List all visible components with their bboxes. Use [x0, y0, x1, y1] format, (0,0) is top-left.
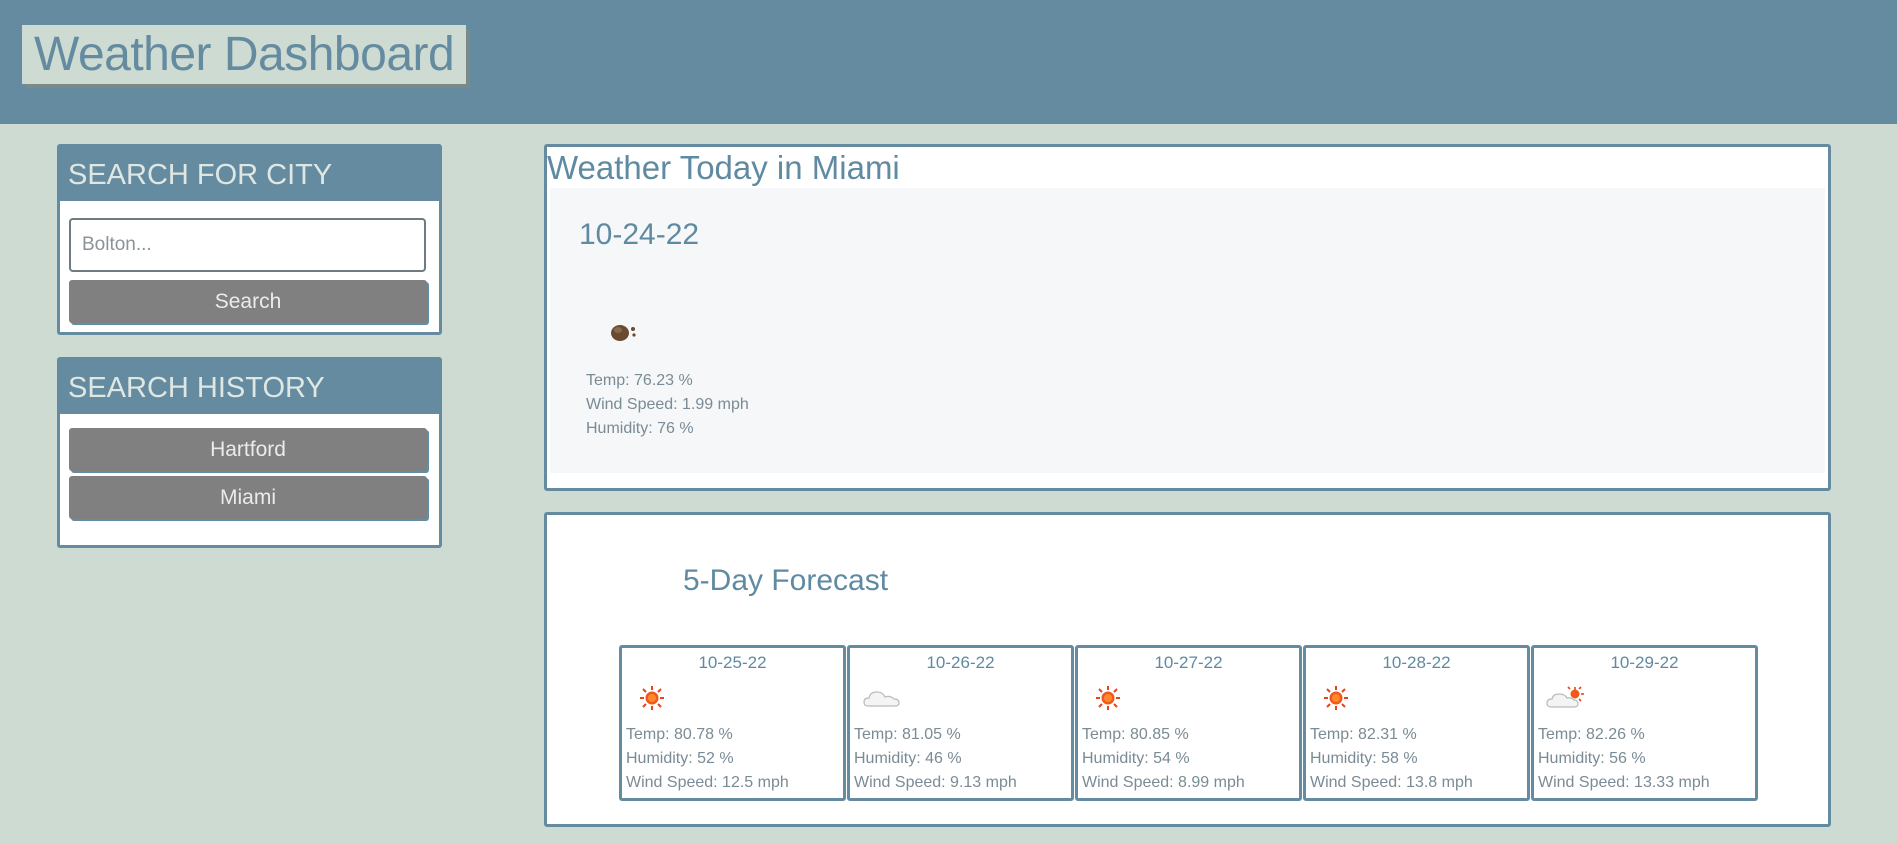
forecast-card: 10-27-22 Temp: 80.85 % Humidity: 54 % Wi…	[1075, 645, 1302, 801]
forecast-card: 10-26-22 Temp: 81.05 % Humidity: 46 % Wi…	[847, 645, 1074, 801]
today-panel: Weather Today in Miami 10-24-22 Temp: 76…	[544, 144, 1831, 491]
forecast-temp: Temp: 80.78 %	[626, 726, 733, 743]
forecast-humidity: Humidity: 58 %	[1310, 750, 1418, 767]
forecast-card: 10-29-22 Temp: 82.26 % Humidity: 56 % Wi…	[1531, 645, 1758, 801]
page-header: Weather Dashboard	[0, 0, 1897, 124]
dust-icon	[611, 325, 636, 341]
forecast-date: 10-27-22	[1154, 653, 1223, 672]
history-item-miami[interactable]: Miami	[69, 476, 427, 519]
forecast-stats: Temp: 82.26 % Humidity: 56 % Wind Speed:…	[1538, 723, 1710, 795]
forecast-humidity: Humidity: 52 %	[626, 750, 734, 767]
forecast-temp: Temp: 80.85 %	[1082, 726, 1189, 743]
sun-icon	[640, 686, 664, 710]
today-wind: Wind Speed: 1.99 mph	[586, 396, 749, 413]
forecast-date: 10-25-22	[698, 653, 767, 672]
forecast-date: 10-26-22	[926, 653, 995, 672]
today-humidity: Humidity: 76 %	[586, 420, 694, 437]
forecast-stats: Temp: 80.78 % Humidity: 52 % Wind Speed:…	[626, 723, 789, 795]
forecast-wind: Wind Speed: 13.33 mph	[1538, 774, 1710, 791]
forecast-stats: Temp: 81.05 % Humidity: 46 % Wind Speed:…	[854, 723, 1017, 795]
forecast-wind: Wind Speed: 12.5 mph	[626, 774, 789, 791]
sun-icon	[1324, 686, 1348, 710]
forecast-panel: 5-Day Forecast 10-25-22 Temp: 80.78 % Hu…	[544, 512, 1831, 827]
today-body: 10-24-22 Temp: 76.23 % Wind Speed: 1.99 …	[550, 188, 1825, 473]
forecast-wind: Wind Speed: 9.13 mph	[854, 774, 1017, 791]
today-temp: Temp: 76.23 %	[586, 372, 693, 389]
sun-icon	[1096, 686, 1120, 710]
forecast-humidity: Humidity: 54 %	[1082, 750, 1190, 767]
forecast-wind: Wind Speed: 8.99 mph	[1082, 774, 1245, 791]
forecast-temp: Temp: 82.31 %	[1310, 726, 1417, 743]
forecast-humidity: Humidity: 56 %	[1538, 750, 1646, 767]
forecast-stats: Temp: 80.85 % Humidity: 54 % Wind Speed:…	[1082, 723, 1245, 795]
forecast-date: 10-28-22	[1382, 653, 1451, 672]
forecast-title: 5-Day Forecast	[683, 564, 889, 597]
forecast-wind: Wind Speed: 13.8 mph	[1310, 774, 1473, 791]
forecast-temp: Temp: 82.26 %	[1538, 726, 1645, 743]
search-panel-heading: SEARCH FOR CITY	[60, 147, 439, 201]
today-date: 10-24-22	[579, 218, 700, 251]
forecast-card: 10-28-22 Temp: 82.31 % Humidity: 58 % Wi…	[1303, 645, 1530, 801]
city-search-input[interactable]: Bolton...	[69, 218, 426, 272]
cloud-icon	[863, 691, 900, 707]
forecast-temp: Temp: 81.05 %	[854, 726, 961, 743]
forecast-date: 10-29-22	[1610, 653, 1679, 672]
search-button[interactable]: Search	[69, 280, 427, 323]
history-panel-heading: SEARCH HISTORY	[60, 360, 439, 414]
today-stats: Temp: 76.23 % Wind Speed: 1.99 mph Humid…	[586, 369, 749, 441]
search-panel: SEARCH FOR CITY Bolton... Search	[57, 144, 442, 335]
today-title: Weather Today in Miami	[547, 149, 900, 186]
history-panel: SEARCH HISTORY Hartford Miami	[57, 357, 442, 548]
forecast-card: 10-25-22 Temp: 80.78 % Humidity: 52 % Wi…	[619, 645, 846, 801]
forecast-stats: Temp: 82.31 % Humidity: 58 % Wind Speed:…	[1310, 723, 1473, 795]
page-title: Weather Dashboard	[22, 25, 467, 84]
history-item-hartford[interactable]: Hartford	[69, 428, 427, 471]
partly-cloudy-icon	[1546, 686, 1584, 708]
forecast-humidity: Humidity: 46 %	[854, 750, 962, 767]
